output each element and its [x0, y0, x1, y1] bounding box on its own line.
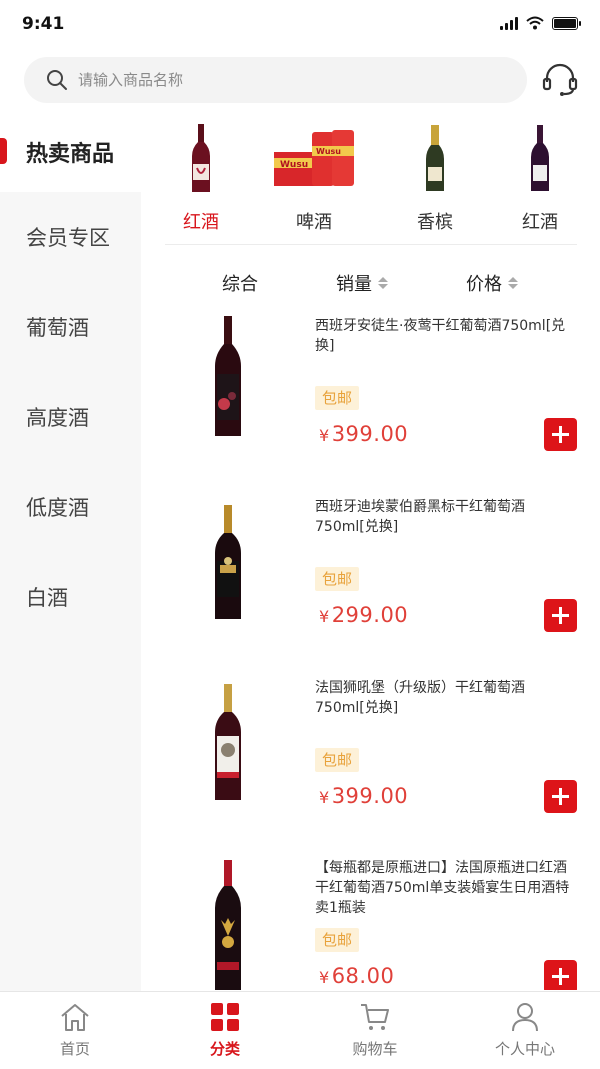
tab-cart[interactable]: 购物车	[300, 992, 450, 1069]
sort-label: 综合	[222, 274, 258, 295]
sort-label: 价格	[466, 274, 502, 295]
tab-label: 分类	[209, 1040, 240, 1058]
sort-bar: 综合 销量 价格	[141, 262, 600, 302]
wifi-icon	[526, 16, 544, 30]
bottom-tab-bar: 首页 分类 购物车 个人中心	[0, 991, 600, 1069]
search-row	[0, 50, 600, 112]
tab-label: 首页	[59, 1040, 90, 1058]
product-price: ¥399.00	[319, 422, 409, 446]
tab-profile[interactable]: 个人中心	[450, 992, 600, 1069]
wine-bottle-image	[215, 505, 241, 619]
sidebar-item-baijiu[interactable]: 白酒	[0, 552, 141, 642]
subcategory-beer[interactable]: Wusu Wusu 啤酒	[264, 118, 364, 234]
add-to-cart-button[interactable]	[544, 599, 577, 632]
wine-bottle-image	[215, 316, 241, 436]
subcategory-label: 啤酒	[296, 212, 332, 233]
subcategory-strip: 红酒 Wusu Wusu 啤酒 香槟 红酒	[141, 112, 600, 245]
status-time: 9:41	[22, 14, 65, 34]
free-shipping-badge: 包邮	[315, 386, 360, 410]
red-wine-bottle-icon	[192, 124, 210, 192]
add-to-cart-button[interactable]	[544, 780, 577, 813]
free-shipping-badge: 包邮	[315, 928, 360, 952]
wine-bottle-image	[215, 684, 241, 800]
free-shipping-badge: 包邮	[315, 567, 360, 591]
product-image[interactable]	[203, 858, 253, 990]
product-image[interactable]	[203, 497, 253, 627]
svg-text:Wusu: Wusu	[280, 160, 308, 170]
sidebar-item-low-proof[interactable]: 低度酒	[0, 462, 141, 552]
product-price: ¥68.00	[319, 964, 395, 988]
signal-icon	[500, 16, 518, 30]
product-name: 西班牙安徒生·夜莺干红葡萄酒750ml[兑换]	[315, 318, 566, 354]
sort-price[interactable]: 价格	[466, 270, 518, 296]
product-image[interactable]	[203, 316, 253, 446]
sort-comprehensive[interactable]: 综合	[222, 270, 258, 296]
sort-sales[interactable]: 销量	[336, 270, 388, 296]
search-box[interactable]	[24, 57, 527, 103]
cart-icon	[361, 1004, 389, 1030]
plus-icon	[552, 607, 569, 624]
sort-arrows-icon	[378, 277, 388, 289]
product-price: ¥399.00	[319, 784, 409, 808]
subcategory-label: 红酒	[183, 212, 219, 233]
category-grid-icon	[211, 1003, 239, 1031]
beer-pack-icon: Wusu Wusu	[274, 130, 354, 186]
search-icon	[47, 70, 67, 90]
plus-icon	[552, 968, 569, 985]
champagne-bottle-icon	[426, 125, 444, 191]
sidebar-item-member[interactable]: 会员专区	[0, 192, 141, 282]
product-price: ¥299.00	[319, 603, 409, 627]
battery-icon	[552, 16, 581, 30]
wine-bottle-image	[215, 860, 241, 990]
status-bar: 9:41	[0, 0, 600, 50]
product-name: 西班牙迪埃蒙伯爵黑标干红葡萄酒750ml[兑换]	[315, 499, 525, 535]
add-to-cart-button[interactable]	[544, 418, 577, 451]
product-name: 【每瓶都是原瓶进口】法国原瓶进口红酒干红葡萄酒750ml单支装婚宴生日用酒特卖1…	[315, 860, 570, 916]
product-item[interactable]: 法国狮吼堡（升级版）干红葡萄酒750ml[兑换] 包邮 ¥399.00	[141, 678, 600, 858]
tab-label: 购物车	[352, 1040, 398, 1058]
divider	[165, 244, 577, 245]
user-icon	[512, 1003, 538, 1032]
plus-icon	[552, 788, 569, 805]
tab-label: 个人中心	[494, 1040, 555, 1058]
plus-icon	[552, 426, 569, 443]
product-item[interactable]: 西班牙迪埃蒙伯爵黑标干红葡萄酒750ml[兑换] 包邮 ¥299.00	[141, 497, 600, 677]
product-item[interactable]: 【每瓶都是原瓶进口】法国原瓶进口红酒干红葡萄酒750ml单支装婚宴生日用酒特卖1…	[141, 858, 600, 990]
free-shipping-badge: 包邮	[315, 748, 360, 772]
subcategory-label: 红酒	[522, 212, 558, 233]
category-sidebar: 热卖商品 会员专区 葡萄酒 高度酒 低度酒 白酒	[0, 112, 141, 992]
sidebar-item-wine[interactable]: 葡萄酒	[0, 282, 141, 372]
sidebar-item-high-proof[interactable]: 高度酒	[0, 372, 141, 462]
red-wine-bottle-icon	[531, 125, 549, 191]
sort-arrows-icon	[508, 277, 518, 289]
tab-category[interactable]: 分类	[150, 992, 300, 1069]
product-item[interactable]: 西班牙安徒生·夜莺干红葡萄酒750ml[兑换] 包邮 ¥399.00	[141, 316, 600, 496]
home-icon	[61, 1004, 89, 1031]
add-to-cart-button[interactable]	[544, 960, 577, 990]
sidebar-item-hot[interactable]: 热卖商品	[0, 112, 141, 192]
subcategory-champagne[interactable]: 香槟	[385, 118, 485, 234]
svg-text:Wusu: Wusu	[316, 147, 341, 156]
sort-label: 销量	[336, 274, 372, 295]
product-name: 法国狮吼堡（升级版）干红葡萄酒750ml[兑换]	[315, 680, 525, 716]
product-image[interactable]	[203, 678, 253, 808]
tab-home[interactable]: 首页	[0, 992, 150, 1069]
subcategory-red-wine-2[interactable]: 红酒	[490, 118, 590, 234]
customer-service-icon[interactable]	[540, 60, 580, 100]
subcategory-label: 香槟	[417, 212, 453, 233]
subcategory-red-wine[interactable]: 红酒	[151, 118, 251, 234]
search-input[interactable]	[78, 71, 458, 89]
